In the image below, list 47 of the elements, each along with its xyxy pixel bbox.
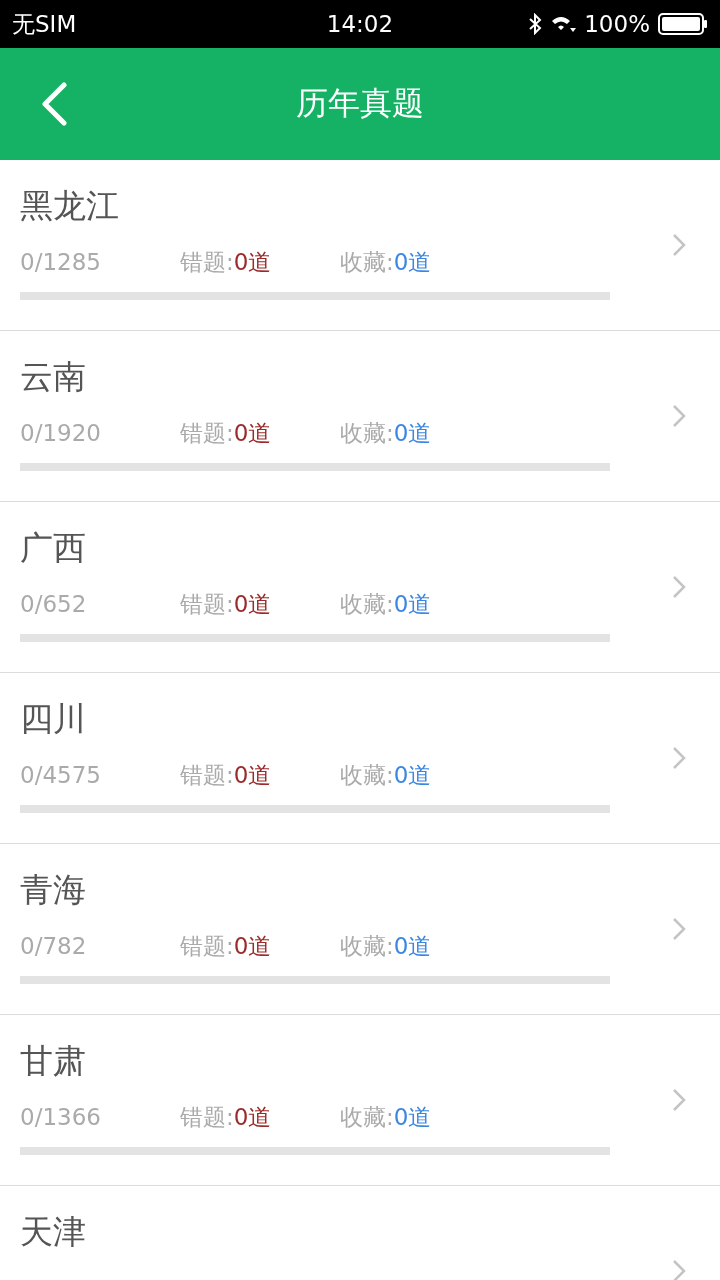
page-title: 历年真题 xyxy=(295,83,425,124)
wrong-count: 错题:0道 xyxy=(180,1103,273,1132)
wifi-icon xyxy=(550,14,577,34)
exam-list-item[interactable]: 天津 xyxy=(0,1186,720,1280)
progress-count: 0/4575 xyxy=(20,761,102,790)
back-button[interactable] xyxy=(40,82,70,126)
chevron-icon xyxy=(672,1259,686,1280)
exam-list-item[interactable]: 四川 0/4575 错题:0道 收藏:0道 xyxy=(0,673,720,844)
region-name: 青海 xyxy=(20,869,87,911)
chevron-icon xyxy=(672,1088,686,1112)
progress-count: 0/782 xyxy=(20,932,88,961)
favorite-count: 收藏:0道 xyxy=(340,248,433,277)
exam-list-item[interactable]: 黑龙江 0/1285 错题:0道 收藏:0道 xyxy=(0,160,720,331)
wrong-count: 错题:0道 xyxy=(180,419,273,448)
exam-list-item[interactable]: 甘肃 0/1366 错题:0道 收藏:0道 xyxy=(0,1015,720,1186)
region-name: 云南 xyxy=(20,356,87,398)
wrong-count: 错题:0道 xyxy=(180,248,273,277)
exam-list-item[interactable]: 青海 0/782 错题:0道 收藏:0道 xyxy=(0,844,720,1015)
progress-count: 0/1285 xyxy=(20,248,102,277)
progress-count: 0/1920 xyxy=(20,419,102,448)
progress-count: 0/652 xyxy=(20,590,88,619)
chevron-icon xyxy=(672,575,686,599)
exam-list-item[interactable]: 云南 0/1920 错题:0道 收藏:0道 xyxy=(0,331,720,502)
exam-list-item[interactable]: 广西 0/652 错题:0道 收藏:0道 xyxy=(0,502,720,673)
favorite-count: 收藏:0道 xyxy=(340,590,433,619)
progress-count: 0/1366 xyxy=(20,1103,102,1132)
region-name: 黑龙江 xyxy=(20,185,120,227)
chevron-icon xyxy=(672,233,686,257)
battery-icon xyxy=(658,13,708,35)
favorite-count: 收藏:0道 xyxy=(340,419,433,448)
bluetooth-icon xyxy=(528,13,543,35)
wrong-count: 错题:0道 xyxy=(180,932,273,961)
wrong-count: 错题:0道 xyxy=(180,590,273,619)
chevron-icon xyxy=(672,404,686,428)
clock-text: 14:02 xyxy=(325,11,395,37)
chevron-icon xyxy=(672,917,686,941)
carrier-text: 无SIM xyxy=(12,9,77,39)
favorite-count: 收藏:0道 xyxy=(340,1103,433,1132)
battery-text: 100% xyxy=(584,11,650,37)
favorite-count: 收藏:0道 xyxy=(340,761,433,790)
region-name: 广西 xyxy=(20,527,87,569)
region-name: 甘肃 xyxy=(20,1040,87,1082)
wrong-count: 错题:0道 xyxy=(180,761,273,790)
region-name: 四川 xyxy=(20,698,87,740)
region-name: 天津 xyxy=(20,1211,87,1253)
favorite-count: 收藏:0道 xyxy=(340,932,433,961)
chevron-icon xyxy=(672,746,686,770)
